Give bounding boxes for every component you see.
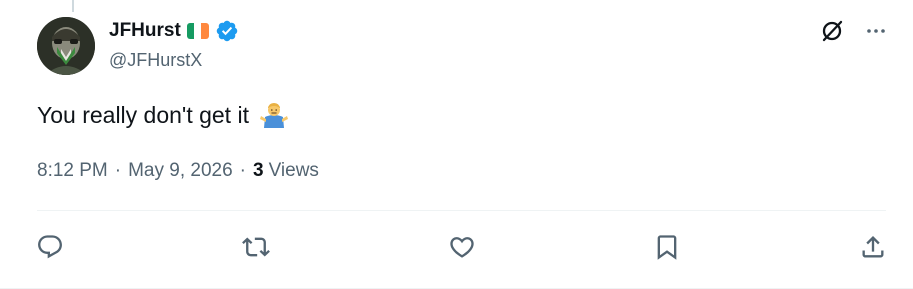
tweet-metadata: 8:12 PM · May 9, 2026 · 3 Views	[37, 160, 319, 182]
meta-separator: ·	[114, 160, 122, 181]
more-options-button[interactable]	[861, 16, 891, 46]
views-label: Views	[268, 160, 319, 181]
meta-separator: ·	[239, 160, 246, 181]
tweet-action-bar	[30, 229, 893, 265]
tweet-text: You really don't get it	[37, 100, 289, 130]
reply-icon	[38, 235, 62, 259]
avatar-image	[37, 17, 95, 75]
person-shrugging-icon	[259, 103, 288, 128]
like-icon	[449, 237, 474, 258]
tweet-date[interactable]: May 9, 2026	[128, 160, 233, 182]
verified-badge-icon[interactable]	[215, 19, 239, 43]
author-handle[interactable]: @JFHurstX	[109, 50, 202, 71]
share-icon	[862, 236, 884, 258]
tweet-time[interactable]: 8:12 PM	[37, 160, 108, 182]
author-display-name[interactable]: JFHurst	[109, 20, 181, 42]
ireland-flag-icon	[186, 23, 209, 39]
views-count: 3	[253, 160, 264, 181]
grok-button[interactable]	[817, 16, 847, 46]
like-button[interactable]	[442, 229, 482, 265]
bookmark-button[interactable]	[647, 229, 687, 265]
grok-icon	[822, 20, 843, 42]
avatar[interactable]	[37, 17, 95, 75]
share-button[interactable]	[853, 229, 893, 265]
reply-button[interactable]	[30, 229, 70, 265]
tweet-top-actions	[817, 16, 891, 46]
more-icon	[867, 29, 885, 33]
retweet-button[interactable]	[236, 229, 276, 265]
divider	[37, 210, 886, 211]
retweet-icon	[241, 237, 270, 257]
tweet-text-content: You really don't get it	[37, 101, 249, 128]
author-name-row: JFHurst	[109, 17, 239, 45]
bookmark-icon	[657, 235, 677, 260]
thread-connector-line	[72, 0, 74, 12]
